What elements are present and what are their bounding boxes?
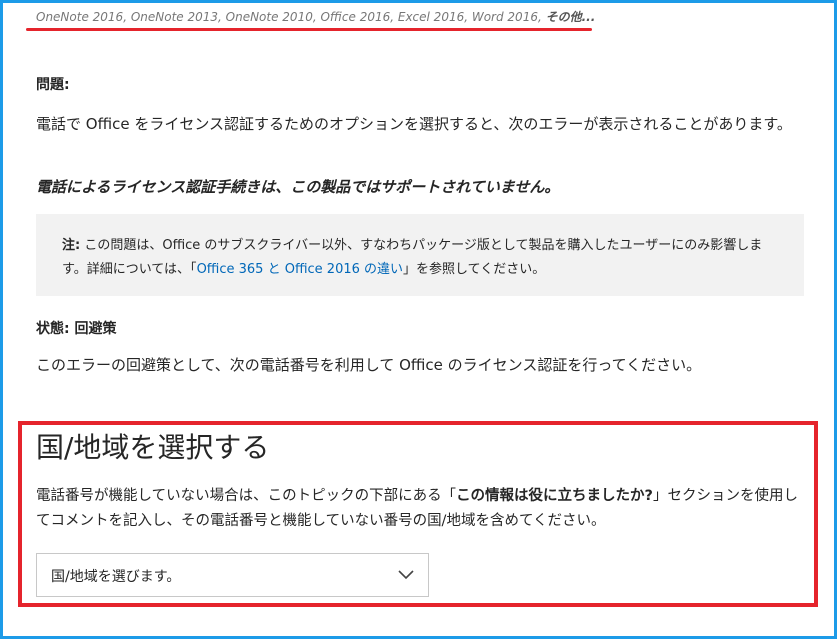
applies-to-products: OneNote 2016, OneNote 2013, OneNote 2010… [36,8,595,25]
region-description: 電話番号が機能していない場合は、このトピックの下部にある「この情報は役に立ちまし… [36,484,806,534]
region-desc-1: 電話番号が機能していない場合は、このトピックの下部にある「 [36,488,457,504]
note-link[interactable]: Office 365 と Office 2016 の違い [197,262,403,277]
products-list: OneNote 2016, OneNote 2013, OneNote 2010… [36,10,546,24]
note-box: 注: この問題は、Office のサブスクライバー以外、すなわちパッケージ版とし… [36,214,804,296]
region-select-value: 国/地域を選びます。 [51,569,181,585]
status-description: このエラーの回避策として、次の電話番号を利用して Office のライセンス認証… [36,356,702,374]
status-label: 状態: 回避策 [36,321,117,337]
region-select[interactable]: 国/地域を選びます。 [36,553,429,597]
note-text-2: 」を参照してください。 [403,262,546,277]
error-message: 電話によるライセンス認証手続きは、この製品ではサポートされていません。 [36,178,560,196]
issue-label: 問題: [36,77,70,93]
region-section-title: 国/地域を選択する [36,431,270,464]
highlight-underline [26,28,592,31]
products-more-link[interactable]: その他... [546,10,596,24]
note-prefix: 注: [62,238,81,253]
chevron-down-icon [398,570,414,580]
region-desc-bold: この情報は役に立ちましたか? [456,488,653,504]
issue-description: 電話で Office をライセンス認証するためのオプションを選択すると、次のエラ… [36,115,792,133]
